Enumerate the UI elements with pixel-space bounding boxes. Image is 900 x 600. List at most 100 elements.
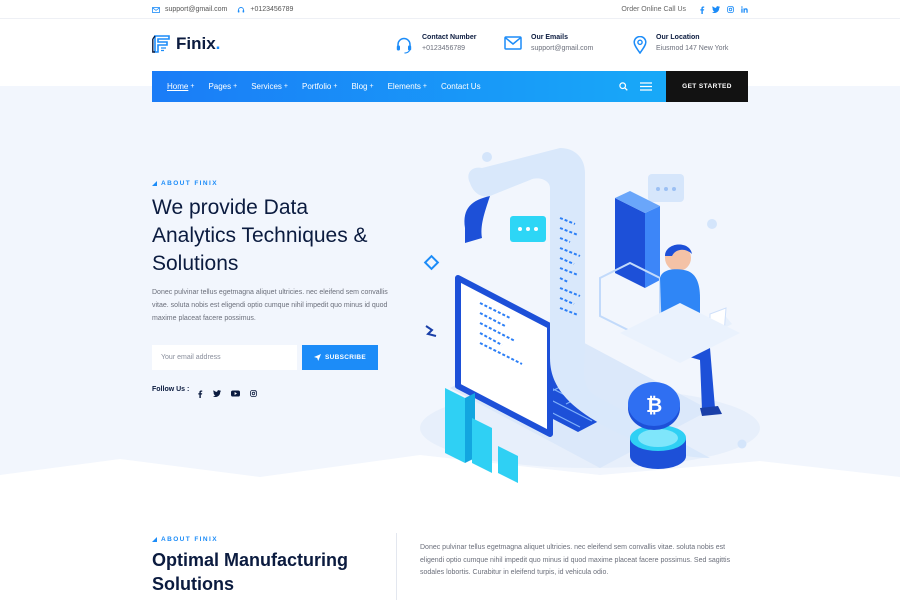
illus-chat-dot [534, 227, 538, 231]
section2-eyebrow: ABOUT FINIX [152, 536, 218, 543]
nav-home-plus: + [190, 83, 195, 90]
nav-tools [607, 82, 652, 91]
nav-portfolio-plus: + [333, 83, 338, 90]
nav-services-label: Services [251, 82, 282, 91]
bitcoin-icon: ₿ [646, 393, 662, 417]
nav-item-portfolio[interactable]: Portfolio + [302, 82, 337, 91]
instagram-icon[interactable] [250, 390, 258, 397]
illus-dot [707, 219, 717, 229]
illus-diamond [423, 254, 440, 271]
illus-coin-stack [638, 429, 678, 447]
main-nav: Home + Pages + Services + Portfolio + Blog + … [152, 71, 748, 102]
contact-number-label: Contact Number [422, 34, 477, 41]
search-icon[interactable] [619, 82, 628, 91]
logo-name: Finix [176, 34, 216, 53]
illus-dot [482, 152, 492, 162]
nav-elements-label: Elements [387, 82, 421, 91]
follow-icons [197, 390, 267, 398]
hero-title-line-1: We provide Data [152, 196, 309, 219]
nav-portfolio-label: Portfolio [302, 82, 332, 91]
topbar-phone-text: +0123456789 [250, 6, 294, 13]
nav-item-pages[interactable]: Pages + [208, 82, 237, 91]
illus-chat-dot [672, 187, 676, 191]
twitter-icon[interactable] [213, 390, 222, 397]
hero-title: We provide Data Analytics Techniques & S… [152, 194, 412, 278]
emails-block: Our Emails support@gmail.com [504, 34, 593, 52]
nav-home-label: Home [167, 82, 189, 91]
section2-title-line-2: Solutions [152, 574, 234, 594]
youtube-icon[interactable] [231, 390, 241, 397]
eyebrow-triangle-icon [152, 537, 157, 542]
illus-block [645, 206, 660, 288]
emails-value[interactable]: support@gmail.com [531, 45, 593, 52]
illus-block [615, 198, 645, 288]
hero-title-line-3: Solutions [152, 252, 239, 275]
paper-plane-icon [314, 354, 321, 361]
illus-chat-dot [526, 227, 530, 231]
top-bar: support@gmail.com +0123456789 Order Onli… [0, 0, 900, 19]
nav-menu: Home + Pages + Services + Portfolio + Blog + … [167, 82, 497, 91]
nav-contact-label: Contact Us [441, 82, 481, 91]
illus-dot [737, 439, 747, 449]
subscribe-label: SUBSCRIBE [325, 354, 366, 361]
get-started-button[interactable]: GET STARTED [666, 71, 748, 102]
contact-number-value[interactable]: +0123456789 [422, 45, 476, 52]
section2-text: Donec pulvinar tellus egetmagna aliquet … [420, 544, 731, 576]
hero-eyebrow-text: ABOUT FINIX [161, 180, 218, 187]
nav-item-blog[interactable]: Blog + [351, 82, 373, 91]
location-value: Eiusmod 147 New York [656, 45, 729, 52]
twitter-icon[interactable] [712, 6, 720, 13]
subscribe-form: Your email address SUBSCRIBE [152, 345, 378, 370]
illus-zigzag [425, 325, 437, 337]
order-online-text: Order Online Call Us [621, 6, 686, 13]
hero-eyebrow: ABOUT FINIX [152, 180, 218, 187]
facebook-icon[interactable] [699, 6, 705, 14]
nav-item-home[interactable]: Home + [167, 82, 194, 91]
hero-description: Donec pulvinar tellus egetmagna aliquet … [152, 289, 388, 322]
subscribe-button[interactable]: SUBSCRIBE [302, 345, 378, 370]
nav-blog-label: Blog [351, 82, 368, 91]
mail-icon [152, 6, 160, 13]
hero-title-line-2: Analytics Techniques & [152, 224, 368, 247]
logo-dot: . [215, 34, 221, 53]
nav-item-contact[interactable]: Contact Us [441, 82, 483, 91]
illus-bar [445, 388, 465, 463]
nav-item-elements[interactable]: Elements + [388, 82, 427, 91]
email-placeholder: Your email address [161, 354, 221, 361]
section2-eyebrow-text: ABOUT FINIX [161, 536, 218, 543]
headset-icon [238, 6, 245, 12]
topbar-email[interactable]: support@gmail.com [152, 6, 227, 13]
nav-blog-plus: + [369, 83, 374, 90]
section2-title-line-1: Optimal Manufacturing [152, 550, 349, 570]
location-pin-icon [633, 36, 647, 54]
nav-pages-plus: + [233, 83, 238, 90]
instagram-icon[interactable] [727, 6, 734, 13]
follow-label: Follow Us : [152, 386, 190, 393]
hamburger-menu-icon[interactable] [640, 82, 652, 91]
topbar-email-text: support@gmail.com [165, 6, 228, 13]
topbar-phone[interactable]: +0123456789 [237, 6, 293, 14]
nav-elements-plus: + [422, 83, 428, 90]
illus-chat-dot [518, 227, 522, 231]
nav-item-services[interactable]: Services + [251, 82, 288, 91]
follow-us: Follow Us : [152, 386, 267, 398]
emails-label: Our Emails [531, 34, 568, 41]
headset-icon [396, 37, 412, 54]
eyebrow-triangle-icon [152, 181, 157, 186]
illus-chat-dot [656, 187, 660, 191]
illus-paper-scroll-edge [464, 196, 490, 243]
section2-title: Optimal Manufacturing Solutions [152, 548, 382, 596]
linkedin-icon[interactable] [741, 6, 748, 13]
location-block: Our Location Eiusmod 147 New York [633, 34, 728, 54]
section2-divider [396, 533, 397, 600]
logo-text: Finix. [176, 34, 220, 54]
logo[interactable]: Finix. [152, 34, 220, 54]
email-input[interactable]: Your email address [152, 345, 297, 370]
data-analytics-illustration: ₿ [420, 148, 760, 483]
contact-number-block: Contact Number +0123456789 [395, 34, 476, 54]
finix-logo-icon [152, 35, 170, 53]
nav-pages-label: Pages [208, 82, 232, 91]
illus-chat-dot [664, 187, 668, 191]
facebook-icon[interactable] [197, 390, 203, 398]
location-label: Our Location [656, 34, 700, 41]
